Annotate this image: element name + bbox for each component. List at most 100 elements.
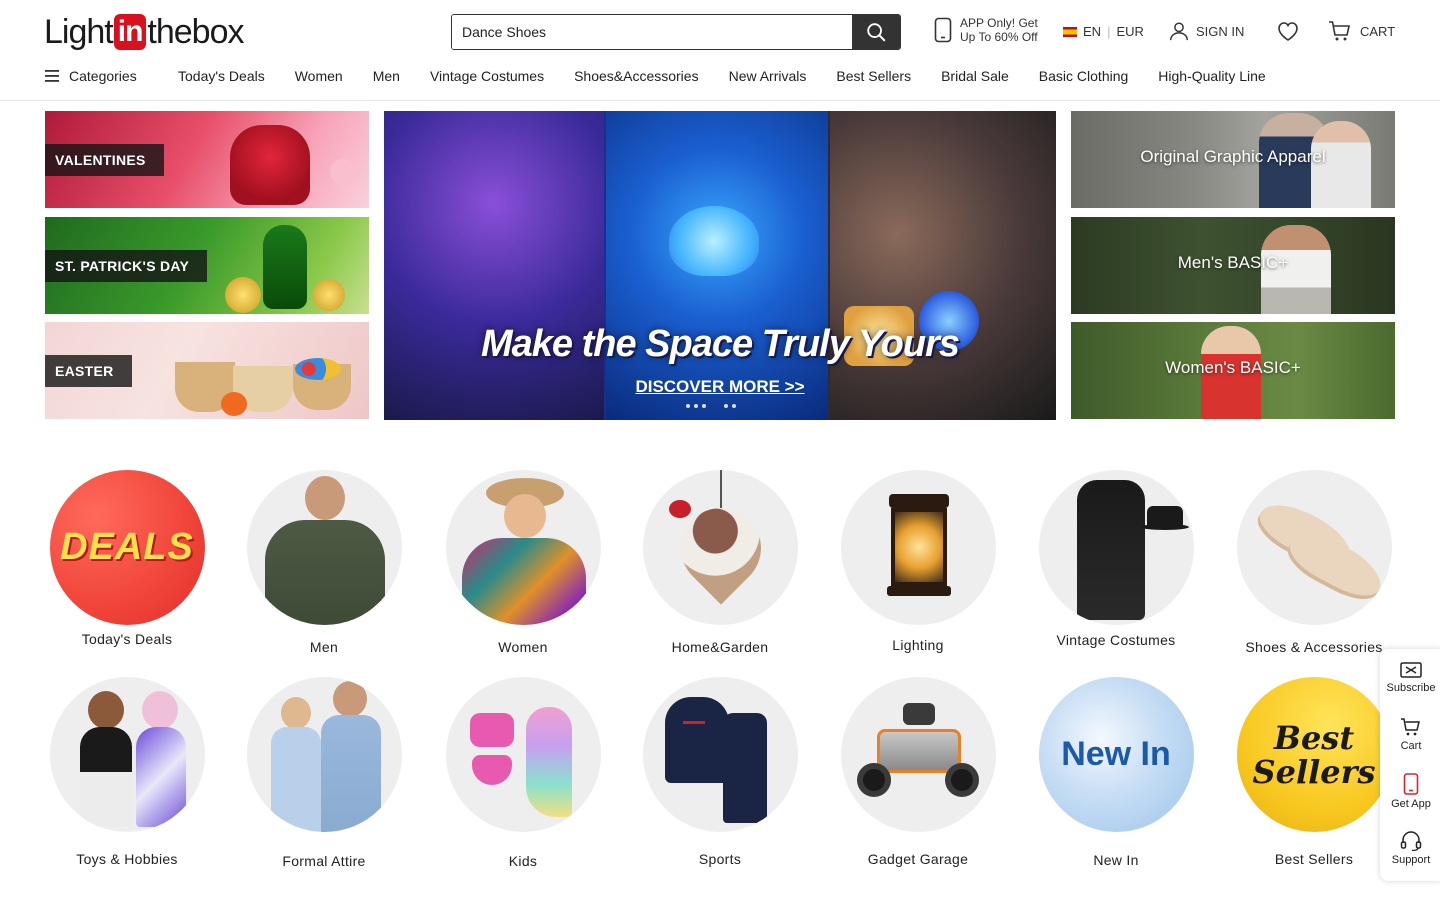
hamburger-icon: [45, 70, 59, 82]
category-label: Today's Deals: [81, 631, 173, 647]
cart-icon: [1329, 21, 1350, 41]
category-vintage-costumes[interactable]: Vintage Costumes: [1021, 470, 1211, 648]
rail-subscribe-button[interactable]: Subscribe: [1380, 649, 1440, 706]
phone-icon: [1403, 773, 1419, 795]
spain-flag-icon: [1063, 26, 1077, 37]
nav-link-men[interactable]: Men: [373, 68, 400, 84]
category-new-in[interactable]: New In New In: [1021, 677, 1211, 868]
heart-icon: [1278, 22, 1298, 41]
category-home-garden[interactable]: Home&Garden: [625, 470, 815, 655]
side-rail: Subscribe Cart Get App Support: [1380, 649, 1440, 881]
gold-coin-image: [313, 279, 345, 311]
best-sellers-art-line1: Best: [1273, 718, 1355, 757]
category-lighting-image: [840, 470, 996, 625]
banner-valentines-label: VALENTINES: [45, 144, 164, 176]
nav-link-best-sellers[interactable]: Best Sellers: [836, 68, 911, 84]
category-new-in-image: New In: [1038, 677, 1194, 832]
banner-womens-basic-label: Women's BASIC+: [1165, 358, 1301, 377]
best-sellers-art-line2: Sellers: [1252, 752, 1376, 791]
banner-valentines[interactable]: VALENTINES: [45, 111, 369, 208]
category-gadget-garage[interactable]: Gadget Garage: [823, 677, 1013, 867]
category-formal-attire[interactable]: Formal Attire: [229, 677, 419, 869]
category-vintage-costumes-image: [1038, 470, 1194, 625]
category-women[interactable]: Women: [428, 470, 618, 655]
category-home-garden-image: [642, 470, 798, 625]
site-logo[interactable]: Light in thebox: [44, 12, 245, 52]
rail-support-button[interactable]: Support: [1380, 820, 1440, 877]
carousel-dot[interactable]: [702, 404, 706, 408]
search-input[interactable]: [452, 15, 852, 49]
header: Light in thebox APP Only! Get Up To 60% …: [0, 0, 1440, 60]
category-sports-image: [642, 677, 798, 832]
category-label: Women: [498, 639, 548, 655]
hero-discover-link[interactable]: DISCOVER MORE >>: [384, 377, 1056, 397]
hero-banner[interactable]: Make the Space Truly Yours DISCOVER MORE…: [384, 111, 1056, 420]
rail-cart-label: Cart: [1400, 740, 1422, 752]
category-men[interactable]: Men: [229, 470, 419, 655]
nav-link-bridal-sale[interactable]: Bridal Sale: [941, 68, 1009, 84]
carousel-dot[interactable]: [724, 404, 728, 408]
hero-carousel-dots[interactable]: [686, 404, 736, 408]
banner-st-patricks-label: ST. PATRICK'S DAY: [45, 250, 208, 282]
headset-icon: [1400, 831, 1422, 851]
category-men-image: [246, 470, 402, 625]
category-label: Sports: [698, 851, 742, 867]
app-promo[interactable]: APP Only! Get Up To 60% Off: [934, 16, 1038, 44]
user-icon: [1170, 22, 1188, 41]
rail-get-app-label: Get App: [1391, 798, 1431, 810]
category-toys-hobbies-image: [49, 677, 205, 832]
category-shoes-accessories-image: [1236, 470, 1392, 625]
nav-link-todays-deals[interactable]: Today's Deals: [178, 68, 265, 84]
category-label: Home&Garden: [671, 639, 769, 655]
nav-link-high-quality-line[interactable]: High-Quality Line: [1158, 68, 1265, 84]
banner-original-graphic-apparel[interactable]: Original Graphic Apparel: [1071, 111, 1395, 208]
cart-icon: [1401, 718, 1420, 736]
nav-link-basic-clothing[interactable]: Basic Clothing: [1039, 68, 1129, 84]
heart-decoration: [324, 153, 362, 191]
gold-coin-image: [225, 277, 261, 313]
sign-in-label: SIGN IN: [1196, 23, 1245, 39]
phone-icon: [934, 17, 952, 43]
category-women-image: [445, 470, 601, 625]
banner-womens-basic[interactable]: Women's BASIC+: [1071, 322, 1395, 419]
rail-get-app-button[interactable]: Get App: [1380, 763, 1440, 820]
category-formal-attire-image: [246, 677, 402, 832]
hero-headline: Make the Space Truly Yours: [480, 323, 960, 365]
banner-mens-basic-label: Men's BASIC+: [1177, 253, 1289, 272]
search-button[interactable]: [852, 15, 900, 49]
nav-link-vintage-costumes[interactable]: Vintage Costumes: [430, 68, 544, 84]
carousel-dot[interactable]: [694, 404, 698, 408]
sign-in-button[interactable]: SIGN IN: [1168, 20, 1244, 42]
main-nav: Categories Today's Deals Women Men Vinta…: [0, 60, 1440, 101]
category-kids-image: [445, 677, 601, 832]
rail-support-label: Support: [1391, 854, 1431, 866]
rail-subscribe-label: Subscribe: [1386, 682, 1436, 694]
categories-menu-button[interactable]: Categories: [45, 68, 137, 84]
nav-link-women[interactable]: Women: [295, 68, 343, 84]
category-kids[interactable]: Kids: [428, 677, 618, 869]
category-label: Vintage Costumes: [1056, 632, 1176, 648]
nav-link-shoes-accessories[interactable]: Shoes&Accessories: [574, 68, 699, 84]
banner-st-patricks[interactable]: ST. PATRICK'S DAY: [45, 217, 369, 314]
cart-button[interactable]: CART: [1328, 20, 1395, 42]
category-label: Formal Attire: [282, 853, 366, 869]
category-sports[interactable]: Sports: [625, 677, 815, 867]
carousel-dot[interactable]: [732, 404, 736, 408]
banner-mens-basic[interactable]: Men's BASIC+: [1071, 217, 1395, 314]
category-toys-hobbies[interactable]: Toys & Hobbies: [32, 677, 222, 867]
category-gadget-garage-image: [840, 677, 996, 832]
nav-link-new-arrivals[interactable]: New Arrivals: [729, 68, 807, 84]
carousel-dot[interactable]: [686, 404, 690, 408]
category-label: Kids: [508, 853, 538, 869]
pumpkin-image: [221, 392, 247, 416]
category-best-sellers-image: Best Sellers: [1236, 677, 1392, 832]
category-lighting[interactable]: Lighting: [823, 470, 1013, 653]
banner-easter[interactable]: EASTER: [45, 322, 369, 419]
category-label: New In: [1093, 852, 1139, 868]
rail-cart-button[interactable]: Cart: [1380, 706, 1440, 763]
wishlist-button[interactable]: [1276, 20, 1300, 47]
logo-text-light: Light: [44, 12, 114, 51]
category-shoes-accessories[interactable]: Shoes & Accessories: [1219, 470, 1409, 655]
language-currency-selector[interactable]: EN | EUR: [1063, 24, 1144, 39]
category-todays-deals[interactable]: DEALS Today's Deals: [32, 470, 222, 647]
